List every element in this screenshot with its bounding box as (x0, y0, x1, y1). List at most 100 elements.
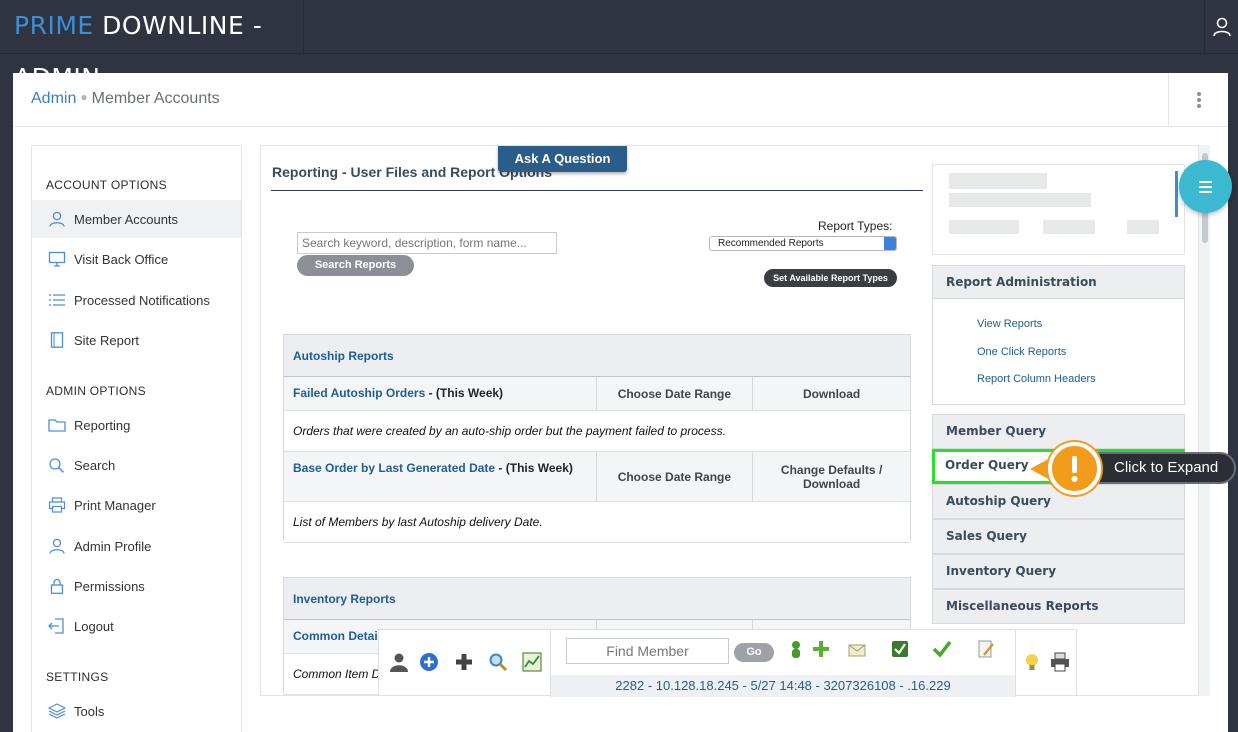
user-menu-button[interactable] (1204, 0, 1238, 54)
report-link[interactable]: Base Order by Last Generated Date (293, 461, 495, 475)
redacted-text (1043, 220, 1095, 234)
table-row: Base Order by Last Generated Date - (Thi… (284, 452, 910, 502)
layers-icon (48, 703, 66, 719)
exclamation-icon[interactable] (1048, 442, 1101, 495)
report-column-headers-link[interactable]: Report Column Headers (977, 373, 1096, 385)
autoship-reports-section: Autoship Reports Failed Autoship Orders … (283, 334, 911, 543)
top-bar: PRIME DOWNLINE - ADMIN (0, 0, 1238, 92)
green-person-icon[interactable] (786, 639, 806, 659)
lightbulb-icon[interactable] (1022, 652, 1042, 672)
go-button[interactable]: Go (734, 643, 774, 662)
sidebar-item-label: Logout (74, 619, 114, 634)
miscellaneous-reports-item[interactable]: Miscellaneous Reports (932, 589, 1185, 624)
change-defaults-download-button[interactable]: Change Defaults / Download (753, 452, 910, 501)
magnify-icon[interactable] (488, 652, 508, 672)
plus-icon[interactable] (454, 652, 474, 672)
search-icon (49, 458, 65, 473)
report-link[interactable]: Failed Autoship Orders (293, 386, 425, 400)
sidebar-item-visit-back-office[interactable]: Visit Back Office (32, 240, 241, 278)
ask-question-button[interactable]: Ask A Question (498, 146, 627, 172)
hamburger-icon (1199, 186, 1212, 188)
download-button[interactable]: Download (753, 377, 910, 410)
report-types-value: Recommended Reports (718, 238, 824, 249)
redacted-text (1127, 220, 1159, 234)
notebook-icon (50, 332, 64, 348)
sidebar-item-label: Processed Notifications (74, 293, 210, 308)
sidebar-item-label: Visit Back Office (74, 252, 169, 267)
report-description: List of Members by last Autoship deliver… (284, 502, 910, 542)
user-icon (1213, 17, 1231, 37)
brand-prime: PRIME (14, 11, 94, 40)
sidebar-item-search[interactable]: Search (32, 446, 241, 484)
edit-icon[interactable] (976, 639, 996, 659)
report-types-label: Report Types: (818, 219, 893, 233)
sidebar-item-label: Tools (74, 704, 105, 719)
floating-menu-button[interactable] (1179, 160, 1232, 213)
member-toolbar: Find Member Go 2282 - 10.128.18.245 - 5/… (378, 629, 1077, 697)
folder-icon (48, 419, 66, 432)
report-administration-heading[interactable]: Report Administration (933, 266, 1184, 299)
report-types-select[interactable]: Recommended Reports (709, 236, 897, 251)
sidebar-item-label: Permissions (74, 579, 145, 594)
sidebar-item-label: Search (74, 458, 116, 473)
user-icon (49, 538, 65, 554)
checkmark-icon[interactable] (932, 639, 952, 659)
report-name-cell: Failed Autoship Orders - (This Week) (284, 377, 597, 410)
more-options-button[interactable] (1168, 73, 1228, 127)
app-logo[interactable]: PRIME DOWNLINE - ADMIN (0, 0, 304, 92)
redacted-text (949, 193, 1091, 207)
sidebar-item-print-manager[interactable]: Print Manager (32, 486, 241, 524)
inventory-query-item[interactable]: Inventory Query (932, 554, 1185, 589)
member-query-item[interactable]: Member Query (932, 414, 1185, 449)
view-reports-link[interactable]: View Reports (977, 318, 1042, 330)
sidebar-item-site-report[interactable]: Site Report (32, 321, 241, 359)
sidebar-item-admin-profile[interactable]: Admin Profile (32, 527, 241, 565)
sidebar-item-member-accounts[interactable]: Member Accounts (32, 200, 241, 238)
choose-date-range-button[interactable]: Choose Date Range (597, 452, 754, 501)
checklist-icon[interactable] (890, 639, 910, 659)
sidebar-item-permissions[interactable]: Permissions (32, 567, 241, 605)
section-heading: Autoship Reports (284, 335, 910, 377)
report-administration-box: Report Administration View Reports One C… (932, 265, 1185, 405)
report-description: Orders that were created by an auto-ship… (284, 411, 910, 452)
person-icon[interactable] (389, 652, 409, 672)
logout-icon (48, 618, 64, 634)
sidebar-item-label: Print Manager (74, 498, 156, 513)
find-member-input[interactable]: Find Member (566, 638, 729, 664)
search-reports-input[interactable] (297, 232, 557, 254)
section-heading: Inventory Reports (284, 578, 910, 620)
breadcrumb-root[interactable]: Admin (31, 90, 76, 107)
session-status-readout: 2282 - 10.128.18.245 - 5/27 14:48 - 3207… (551, 675, 1015, 697)
envelope-icon[interactable] (847, 639, 867, 659)
one-click-reports-link[interactable]: One Click Reports (977, 346, 1066, 358)
add-circle-icon[interactable] (419, 652, 439, 672)
report-name-cell: Base Order by Last Generated Date - (Thi… (284, 452, 597, 501)
scrollbar[interactable] (1198, 145, 1210, 696)
printer-icon (48, 497, 66, 513)
hamburger-icon (1199, 181, 1212, 183)
title-divider (271, 190, 923, 191)
exclamation-glyph (1071, 456, 1078, 482)
user-icon (49, 211, 65, 227)
list-icon (49, 294, 65, 306)
search-reports-button[interactable]: Search Reports (297, 255, 414, 276)
sidebar-item-tools[interactable]: Tools (32, 692, 241, 730)
sidebar-item-label: Admin Profile (74, 539, 152, 554)
settings-title: SETTINGS (46, 670, 109, 684)
sales-query-item[interactable]: Sales Query (932, 519, 1185, 554)
green-add-icon[interactable] (811, 639, 831, 659)
redacted-text (949, 173, 1047, 189)
chart-icon[interactable] (522, 652, 542, 672)
choose-date-range-button[interactable]: Choose Date Range (597, 377, 754, 410)
printer-icon[interactable] (1050, 652, 1070, 672)
select-arrow-icon (884, 237, 896, 250)
sidebar-item-logout[interactable]: Logout (32, 607, 241, 645)
kebab-dot (1197, 104, 1201, 108)
sidebar-item-label: Site Report (74, 333, 140, 348)
set-report-types-button[interactable]: Set Available Report Types (764, 269, 897, 287)
scroll-indicator (1175, 171, 1178, 217)
tooltip-text: Click to Expand (1114, 459, 1219, 476)
sidebar-item-processed-notifications[interactable]: Processed Notifications (32, 281, 241, 319)
lock-icon (50, 578, 64, 594)
sidebar-item-reporting[interactable]: Reporting (32, 406, 241, 444)
